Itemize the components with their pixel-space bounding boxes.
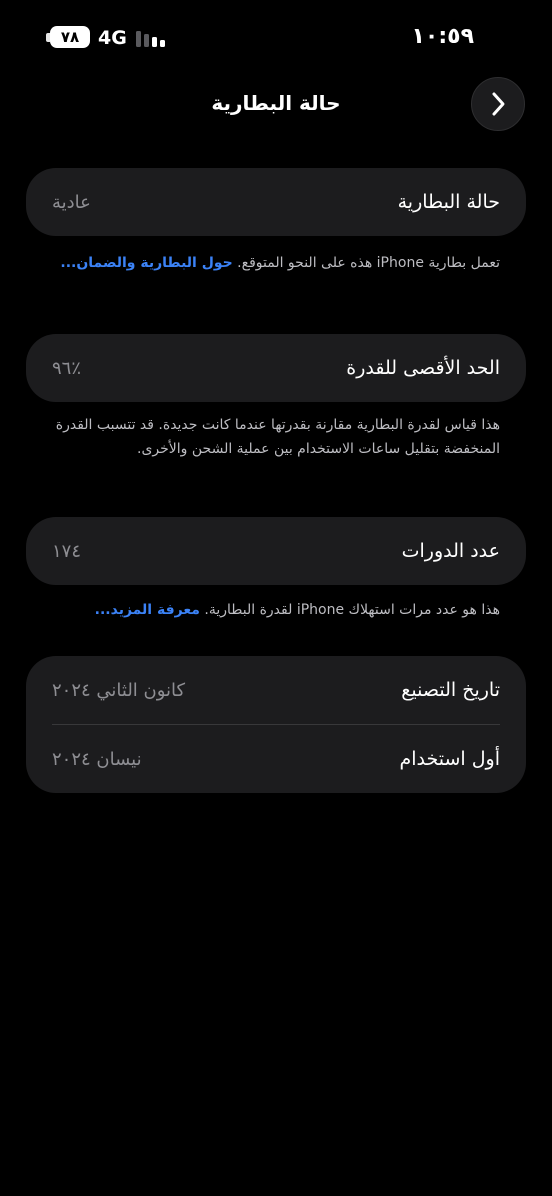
back-button[interactable]: [471, 77, 525, 131]
max-capacity-row: الحد الأقصى للقدرة ٪٩٦: [52, 334, 500, 402]
cycle-count-card: عدد الدورات ١٧٤: [26, 517, 526, 585]
battery-health-note-text: تعمل بطارية iPhone هذه على النحو المتوقع…: [232, 255, 500, 271]
cycle-count-label: عدد الدورات: [401, 540, 500, 562]
first-use-label: أول استخدام: [399, 748, 500, 770]
max-capacity-value: ٪٩٦: [52, 357, 82, 379]
clock: ١٠:٥٩: [411, 24, 474, 49]
network-type: 4G: [98, 27, 127, 49]
cycle-count-note: هذا هو عدد مرات استهلاك iPhone لقدرة الب…: [50, 598, 500, 622]
max-capacity-card: الحد الأقصى للقدرة ٪٩٦: [26, 334, 526, 402]
status-bar: ٧٨ 4G ١٠:٥٩: [0, 22, 552, 56]
battery-icon: ٧٨: [46, 26, 90, 48]
max-capacity-note-text: هذا قياس لقدرة البطارية مقارنة بقدرتها ع…: [55, 417, 500, 457]
chevron-right-icon: [492, 92, 505, 116]
battery-health-card: حالة البطارية عادية: [26, 168, 526, 236]
manufacture-date-value: كانون الثاني ٢٠٢٤: [52, 679, 186, 701]
first-use-value: نيسان ٢٠٢٤: [52, 748, 142, 770]
max-capacity-note: هذا قياس لقدرة البطارية مقارنة بقدرتها ع…: [50, 413, 500, 461]
battery-level: ٧٨: [50, 26, 90, 48]
battery-warranty-link[interactable]: حول البطارية والضمان...: [60, 255, 232, 271]
manufacture-date-row: تاريخ التصنيع كانون الثاني ٢٠٢٤: [52, 656, 500, 724]
learn-more-link[interactable]: معرفة المزيد...: [95, 602, 200, 618]
cycle-count-value: ١٧٤: [52, 540, 82, 562]
cycle-count-note-text: هذا هو عدد مرات استهلاك iPhone لقدرة الب…: [199, 602, 500, 618]
signal-strength-icon: [136, 31, 165, 47]
manufacture-date-label: تاريخ التصنيع: [401, 679, 500, 701]
first-use-row: أول استخدام نيسان ٢٠٢٤: [52, 725, 500, 793]
battery-health-value: عادية: [52, 191, 91, 213]
page-title: حالة البطارية: [211, 91, 341, 115]
dates-card: تاريخ التصنيع كانون الثاني ٢٠٢٤ أول استخ…: [26, 656, 526, 793]
cycle-count-row: عدد الدورات ١٧٤: [52, 517, 500, 585]
battery-health-note: تعمل بطارية iPhone هذه على النحو المتوقع…: [50, 251, 500, 275]
max-capacity-label: الحد الأقصى للقدرة: [346, 357, 500, 379]
battery-health-label: حالة البطارية: [397, 191, 500, 213]
battery-health-row: حالة البطارية عادية: [52, 168, 500, 236]
